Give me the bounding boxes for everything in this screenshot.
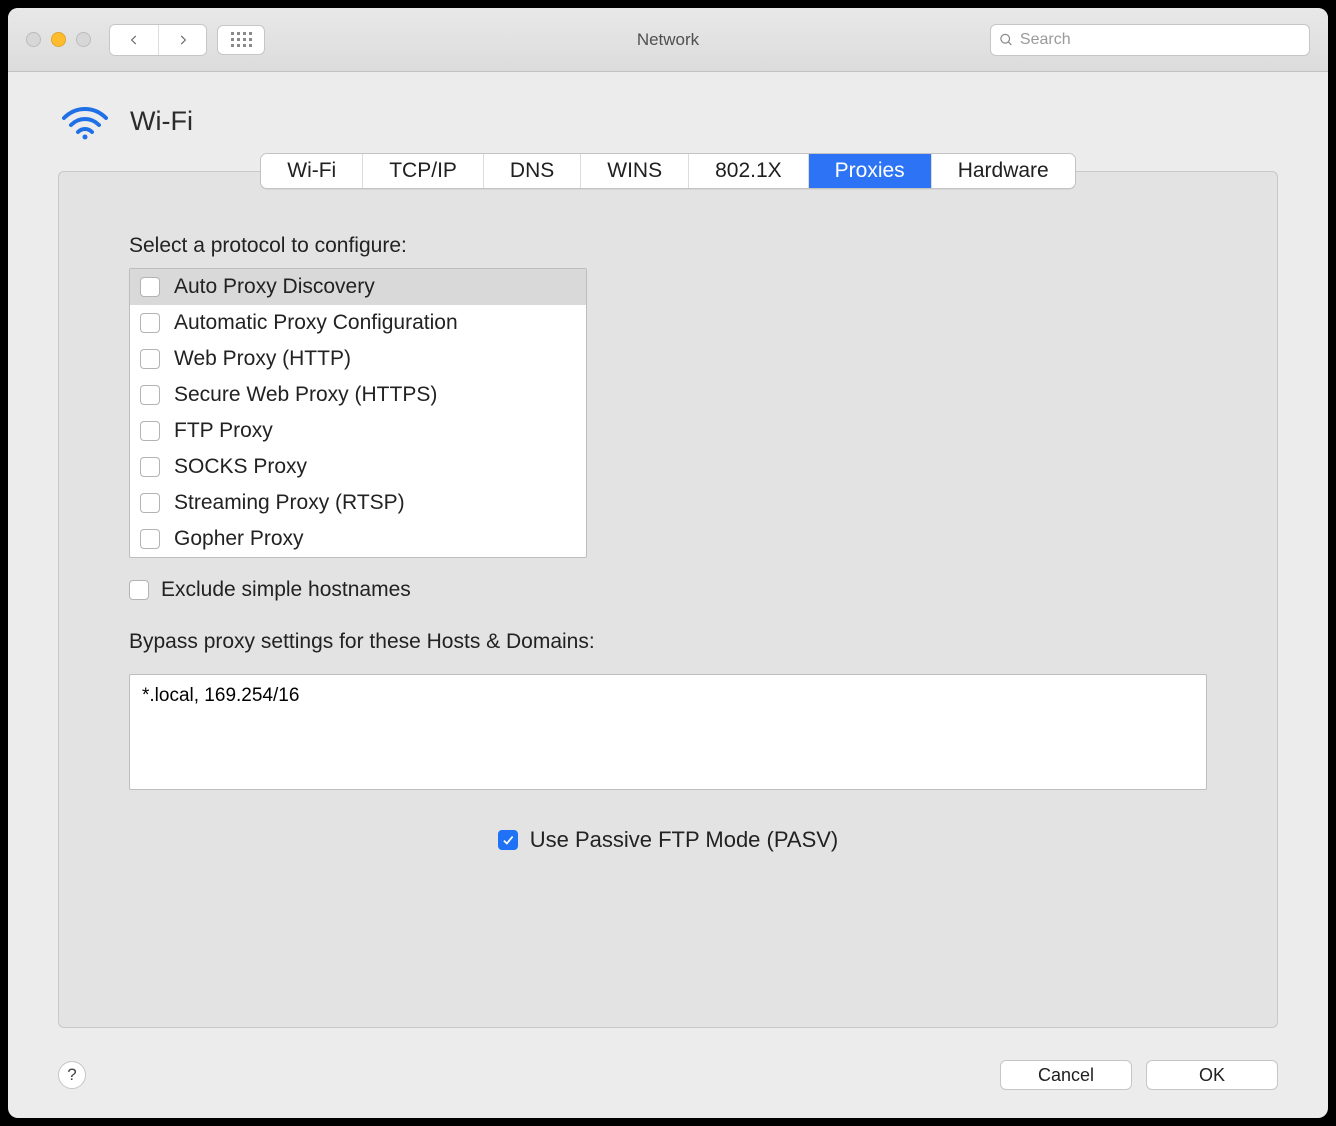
proxies-panel: Select a protocol to configure: Auto Pro… (58, 171, 1278, 1028)
nav-buttons (109, 24, 207, 56)
minimize-button[interactable] (51, 32, 66, 47)
protocol-label: FTP Proxy (174, 419, 273, 443)
protocol-row-auto-discovery[interactable]: Auto Proxy Discovery (130, 269, 586, 305)
exclude-simple-hostnames[interactable]: Exclude simple hostnames (129, 578, 1207, 602)
bypass-label: Bypass proxy settings for these Hosts & … (129, 630, 1207, 654)
tab-hardware[interactable]: Hardware (931, 154, 1075, 188)
protocol-label: Streaming Proxy (RTSP) (174, 491, 405, 515)
back-button[interactable] (110, 25, 158, 55)
protocol-row-socks[interactable]: SOCKS Proxy (130, 449, 586, 485)
protocol-checkbox[interactable] (140, 349, 160, 369)
tab-wins[interactable]: WINS (580, 154, 688, 188)
bypass-field[interactable] (129, 674, 1207, 790)
chevron-right-icon (176, 33, 190, 47)
pane-header: Wi-Fi (8, 72, 1328, 153)
protocol-label: Web Proxy (HTTP) (174, 347, 351, 371)
exclude-simple-label: Exclude simple hostnames (161, 578, 411, 602)
help-button[interactable]: ? (58, 1061, 86, 1089)
protocol-checkbox[interactable] (140, 385, 160, 405)
protocol-row-rtsp[interactable]: Streaming Proxy (RTSP) (130, 485, 586, 521)
tab-bar: Wi-Fi TCP/IP DNS WINS 802.1X Proxies Har… (260, 153, 1075, 189)
protocol-checkbox[interactable] (140, 529, 160, 549)
window-controls (26, 32, 91, 47)
protocol-row-ftp[interactable]: FTP Proxy (130, 413, 586, 449)
zoom-button[interactable] (76, 32, 91, 47)
cancel-button[interactable]: Cancel (1000, 1060, 1132, 1090)
passive-ftp-mode[interactable]: Use Passive FTP Mode (PASV) (129, 827, 1207, 853)
protocol-row-http[interactable]: Web Proxy (HTTP) (130, 341, 586, 377)
exclude-simple-checkbox[interactable] (129, 580, 149, 600)
protocol-checkbox[interactable] (140, 493, 160, 513)
protocol-label: Auto Proxy Discovery (174, 275, 375, 299)
tab-8021x[interactable]: 802.1X (688, 154, 808, 188)
titlebar: Network (8, 8, 1328, 72)
protocol-checkbox[interactable] (140, 313, 160, 333)
protocol-label: Gopher Proxy (174, 527, 304, 551)
show-all-button[interactable] (217, 25, 265, 55)
protocol-row-auto-config[interactable]: Automatic Proxy Configuration (130, 305, 586, 341)
forward-button[interactable] (158, 25, 206, 55)
passive-ftp-checkbox[interactable] (498, 830, 518, 850)
search-input[interactable] (1020, 31, 1301, 49)
search-field[interactable] (990, 24, 1310, 56)
tab-tcpip[interactable]: TCP/IP (362, 154, 483, 188)
checkmark-icon (501, 833, 515, 847)
dialog-footer: ? Cancel OK (8, 1052, 1328, 1118)
protocol-list[interactable]: Auto Proxy Discovery Automatic Proxy Con… (129, 268, 587, 558)
search-icon (999, 32, 1014, 48)
protocol-checkbox[interactable] (140, 457, 160, 477)
tab-proxies[interactable]: Proxies (808, 154, 931, 188)
tab-wifi[interactable]: Wi-Fi (261, 154, 362, 188)
chevron-left-icon (127, 33, 141, 47)
protocol-checkbox[interactable] (140, 421, 160, 441)
close-button[interactable] (26, 32, 41, 47)
tab-dns[interactable]: DNS (483, 154, 580, 188)
grid-icon (231, 32, 252, 47)
passive-ftp-label: Use Passive FTP Mode (PASV) (530, 827, 839, 853)
protocol-checkbox[interactable] (140, 277, 160, 297)
protocol-label: Automatic Proxy Configuration (174, 311, 458, 335)
wifi-icon (60, 100, 110, 143)
ok-button[interactable]: OK (1146, 1060, 1278, 1090)
pane-title: Wi-Fi (130, 106, 193, 137)
protocol-label: SOCKS Proxy (174, 455, 307, 479)
network-preferences-window: Network Wi-Fi Wi-Fi TCP/IP DNS WINS 802 (8, 8, 1328, 1118)
protocol-label: Secure Web Proxy (HTTPS) (174, 383, 437, 407)
protocol-list-label: Select a protocol to configure: (129, 234, 1207, 258)
protocol-row-https[interactable]: Secure Web Proxy (HTTPS) (130, 377, 586, 413)
protocol-row-gopher[interactable]: Gopher Proxy (130, 521, 586, 557)
